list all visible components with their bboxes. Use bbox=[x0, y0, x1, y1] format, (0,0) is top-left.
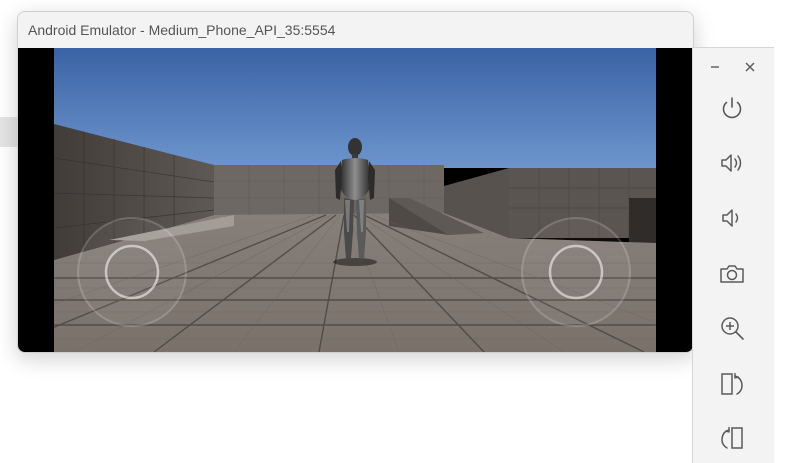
minimize-icon bbox=[711, 66, 719, 68]
camera-icon bbox=[720, 265, 744, 283]
zoom-button[interactable] bbox=[712, 308, 752, 348]
rotate-left-icon bbox=[721, 427, 743, 449]
volume-up-icon bbox=[721, 154, 742, 172]
volume-down-icon bbox=[722, 209, 739, 227]
minimize-button[interactable] bbox=[705, 57, 725, 77]
emulator-window[interactable]: Android Emulator - Medium_Phone_API_35:5… bbox=[17, 11, 694, 353]
emulator-screen[interactable] bbox=[18, 48, 693, 352]
close-icon bbox=[745, 62, 755, 72]
volume-down-button[interactable] bbox=[712, 198, 752, 238]
rotate-right-button[interactable] bbox=[712, 364, 752, 404]
rotate-left-button[interactable] bbox=[712, 418, 752, 458]
desktop-background: Android Emulator - Medium_Phone_API_35:5… bbox=[0, 0, 789, 463]
power-button[interactable] bbox=[712, 88, 752, 128]
background-window-edge bbox=[0, 117, 18, 147]
title-bar[interactable]: Android Emulator - Medium_Phone_API_35:5… bbox=[18, 12, 693, 48]
screenshot-button[interactable] bbox=[712, 254, 752, 294]
zoom-in-icon bbox=[721, 317, 744, 340]
close-button[interactable] bbox=[740, 57, 760, 77]
rotate-right-icon bbox=[721, 373, 743, 395]
power-icon bbox=[722, 97, 742, 119]
right-joystick[interactable] bbox=[521, 217, 631, 327]
emulator-toolbar bbox=[692, 47, 774, 463]
window-title: Android Emulator - Medium_Phone_API_35:5… bbox=[28, 22, 336, 38]
left-joystick[interactable] bbox=[77, 217, 187, 327]
game-viewport[interactable] bbox=[54, 48, 656, 352]
volume-up-button[interactable] bbox=[712, 143, 752, 183]
